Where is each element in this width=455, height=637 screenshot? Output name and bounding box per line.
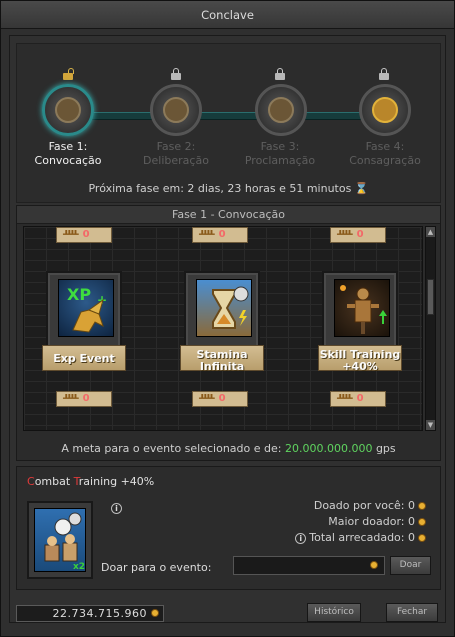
phase-1-label: Fase 1: Convocação	[34, 140, 102, 167]
phase-track	[69, 112, 389, 120]
event-card-exp[interactable]: XP + Exp Event	[42, 271, 126, 371]
event-card-label: Stamina Infinita	[180, 345, 264, 373]
selected-event-details: Combat Training +40% x2 i Doado por você…	[16, 466, 441, 590]
scrollbar-thumb[interactable]	[427, 279, 434, 315]
hourglass-stamina-icon	[196, 279, 252, 337]
donate-label: Doar para o evento:	[101, 561, 212, 574]
donate-button[interactable]: Doar	[390, 556, 431, 575]
unlocked-icon	[63, 68, 74, 80]
conclave-window: Conclave Fase 1: Convocação Fase 2: Delibe…	[0, 0, 455, 637]
gold-coin-icon	[151, 609, 159, 617]
donation-icon: ᚉ	[63, 393, 79, 404]
event-goal: A meta para o evento selecionado e de: 2…	[17, 442, 440, 455]
next-phase-countdown: Próxima fase em: 2 dias, 23 horas e 51 m…	[17, 182, 440, 195]
goal-value: 20.000.000.000	[284, 442, 373, 455]
phase-3-medal-icon	[255, 84, 307, 136]
gold-coin-icon	[418, 518, 426, 526]
phase-2-medal-icon	[150, 84, 202, 136]
phase-4-label: Fase 4: Consagração	[349, 140, 421, 167]
goal-label: A meta para o evento selecionado e de:	[61, 442, 282, 455]
event-card-skill-training[interactable]: Skill Training +40%	[318, 271, 402, 373]
event-card-stamina[interactable]: Stamina Infinita	[180, 271, 264, 373]
gold-coin-icon	[418, 534, 426, 542]
scroll-up-icon[interactable]: ▲	[426, 227, 435, 237]
lock-icon	[275, 68, 285, 80]
event-card-label: Skill Training +40%	[318, 345, 402, 373]
events-grid[interactable]: ᚉ0 ᚉ0 ᚉ0 XP + Exp Event ᚉ 0 Stamina Infi…	[23, 226, 423, 431]
events-panel-title: Fase 1 - Convocação	[17, 206, 440, 224]
info-icon[interactable]: i	[295, 533, 307, 544]
training-dummy-icon	[334, 279, 390, 337]
event-cost-tag: ᚉ0	[330, 227, 386, 243]
selected-event-image: x2	[27, 501, 93, 579]
gold-balance: 22.734.715.960	[16, 605, 164, 622]
phase-4-medal-icon	[359, 84, 411, 136]
next-phase-text: Próxima fase em: 2 dias, 23 horas e 51 m…	[88, 182, 352, 195]
hourglass-icon: ⌛	[354, 182, 369, 195]
combat-training-icon: x2	[34, 508, 86, 572]
donation-icon: ᚉ	[199, 393, 215, 404]
donation-icon: ᚉ	[337, 393, 353, 404]
scroll-down-icon[interactable]: ▼	[426, 420, 435, 430]
donation-icon: ᚉ	[199, 229, 215, 240]
event-cost-tag: ᚉ0	[330, 391, 386, 407]
events-panel: Fase 1 - Convocação ᚉ0 ᚉ0 ᚉ0 XP + Exp Ev…	[16, 205, 441, 461]
events-scrollbar[interactable]: ▲ ▼	[425, 226, 436, 431]
phase-3-label: Fase 3: Proclamação	[244, 140, 316, 167]
total-raised: i Total arrecadado: 0	[295, 531, 426, 544]
phase-1-medal-icon	[42, 84, 94, 136]
event-cost-tag: ᚉ0	[56, 391, 112, 407]
selected-event-name: Combat Training +40%	[27, 475, 155, 488]
donate-amount-input[interactable]	[233, 556, 385, 575]
event-cost-tag: ᚉ0	[192, 391, 248, 407]
window-title: Conclave	[1, 1, 454, 29]
event-card-label: Exp Event	[42, 345, 126, 371]
top-donor: Maior doador: 0	[328, 515, 426, 528]
history-button[interactable]: Histórico	[307, 603, 361, 622]
gold-coin-icon	[418, 502, 426, 510]
donation-icon: ᚉ	[337, 229, 353, 240]
donation-icon: ᚉ	[63, 229, 79, 240]
goal-unit: gps	[375, 442, 396, 455]
lock-icon	[171, 68, 181, 80]
info-icon[interactable]: i	[111, 503, 122, 514]
gold-coin-icon	[370, 561, 378, 569]
svg-text:XP: XP	[67, 285, 91, 304]
event-cost-tag: ᚉ0	[56, 227, 112, 243]
donated-by-you: Doado por você: 0	[314, 499, 426, 512]
lock-icon	[379, 68, 389, 80]
phase-tracker: Fase 1: Convocação Fase 2: Deliberação Fas…	[16, 43, 441, 203]
svg-text:x2: x2	[73, 562, 85, 572]
phase-2-label: Fase 2: Deliberação	[143, 140, 209, 167]
event-cost-tag: ᚉ0	[192, 227, 248, 243]
close-button[interactable]: Fechar	[386, 603, 438, 622]
xp-griffin-icon: XP +	[58, 279, 114, 337]
